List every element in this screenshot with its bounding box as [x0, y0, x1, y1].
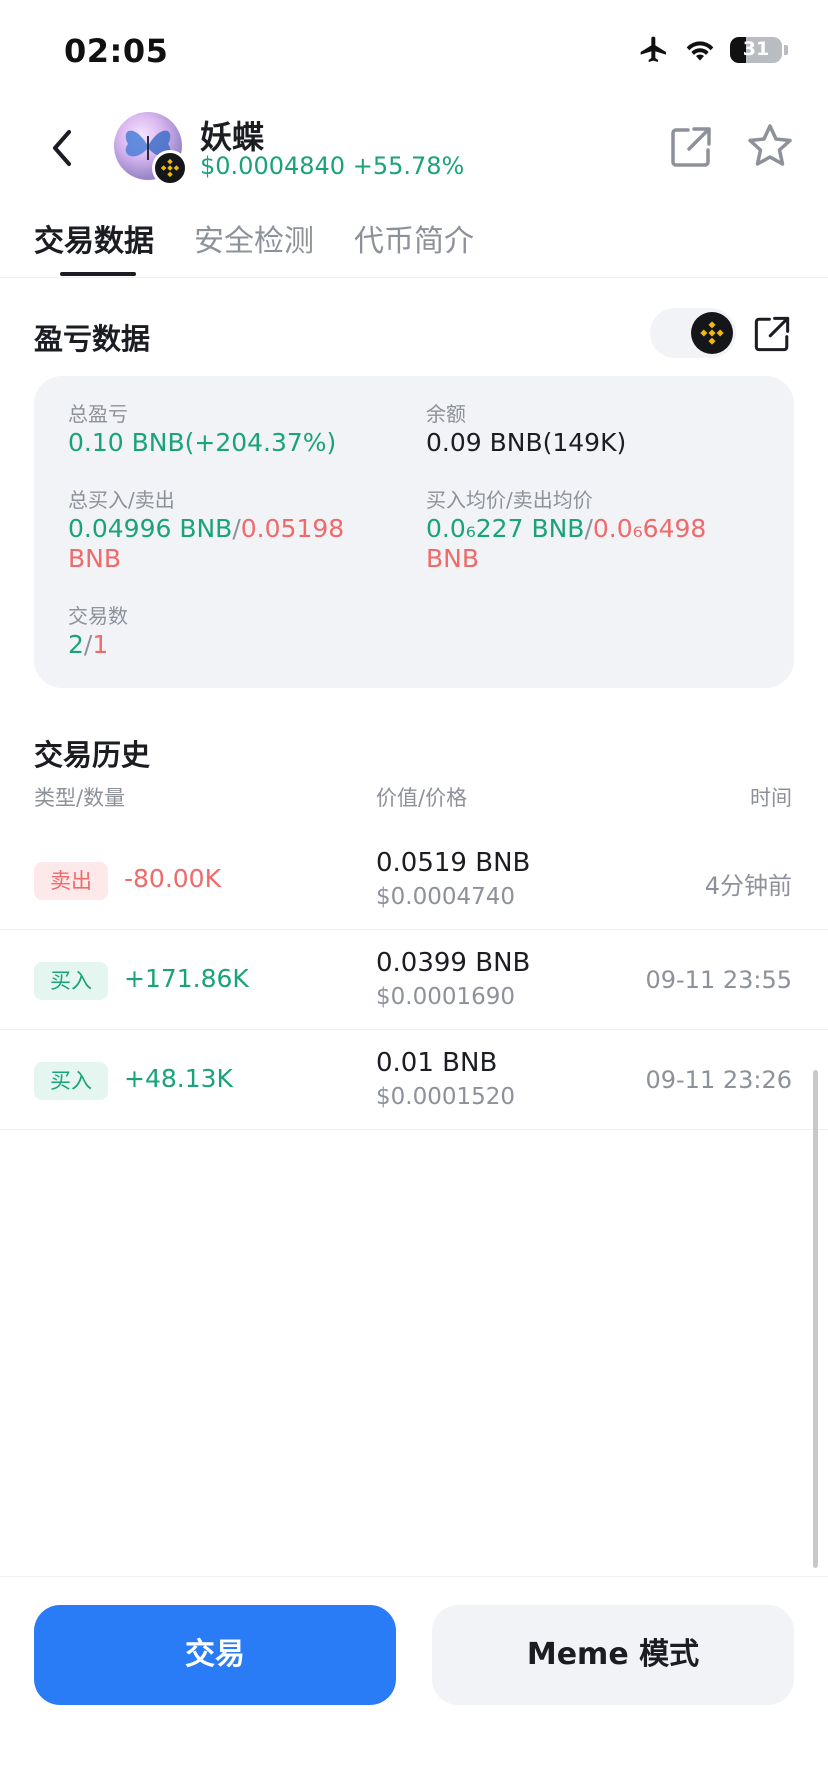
stat-total-buy-sell: 总买入/卖出 0.04996 BNB/0.05198 BNB	[68, 486, 398, 574]
sell-count: 1	[92, 630, 109, 659]
wifi-icon	[686, 41, 714, 61]
stat-total-pnl: 总盈亏 0.10 BNB(+204.37%)	[68, 400, 336, 458]
separator: /	[232, 514, 241, 543]
avg-sell-unit: BNB	[426, 544, 480, 573]
pnl-stats-card: 总盈亏 0.10 BNB(+204.37%) 余额 0.09 BNB(149K)…	[34, 376, 794, 688]
separator: /	[584, 514, 593, 543]
total-sell-value: 0.05198	[240, 514, 345, 543]
status-bar: 02:05 31	[0, 0, 828, 100]
price-value: $0.0004840	[200, 152, 346, 180]
type-badge: 买入	[34, 1062, 108, 1100]
tab-bar: 交易数据 安全检测 代币简介	[0, 210, 828, 278]
trade-count-label: 交易数	[68, 604, 128, 628]
balance-value: 0.09 BNB(149K)	[426, 428, 627, 457]
price-change: +55.78%	[352, 152, 465, 180]
row-amount: +48.13K	[124, 1064, 233, 1093]
star-icon	[748, 124, 792, 166]
row-value: 0.0519 BNB	[376, 848, 531, 878]
col-value-header: 价值/价格	[376, 786, 468, 810]
back-button[interactable]	[36, 122, 88, 174]
total-sell-unit: BNB	[68, 544, 122, 573]
row-value: 0.01 BNB	[376, 1048, 498, 1078]
battery-icon: 31	[730, 37, 782, 63]
trade-count-value: 2/1	[68, 630, 128, 660]
share-icon	[671, 127, 711, 167]
avg-price-label: 买入均价/卖出均价	[426, 488, 593, 512]
tab-token-intro[interactable]: 代币简介	[354, 216, 474, 260]
tab-trade-data[interactable]: 交易数据	[34, 216, 154, 260]
history-row[interactable]: 买入 +171.86K 0.0399 BNB $0.0001690 09-11 …	[0, 930, 828, 1030]
stat-trade-count: 交易数 2/1	[68, 602, 128, 660]
total-pnl-value: 0.10 BNB(+204.37%)	[68, 428, 337, 457]
battery-level: 31	[742, 38, 770, 60]
row-amount: +171.86K	[124, 964, 249, 993]
scrollbar[interactable]	[813, 1070, 818, 1568]
pnl-section-title: 盈亏数据	[34, 322, 151, 356]
avg-price-value: 0.0₆227 BNB/0.0₆6498 BNB	[426, 514, 766, 574]
share-button[interactable]	[668, 124, 714, 170]
history-row[interactable]: 卖出 -80.00K 0.0519 BNB $0.0004740 4分钟前	[0, 830, 828, 930]
status-icons: 31	[638, 34, 788, 66]
chain-toggle[interactable]	[650, 308, 736, 358]
trade-button[interactable]: 交易	[34, 1605, 396, 1705]
chevron-left-icon	[53, 130, 71, 166]
avg-sell-value: 0.0₆6498	[592, 514, 707, 543]
buy-sell-value: 0.04996 BNB/0.05198 BNB	[68, 514, 398, 574]
row-time: 4分钟前	[704, 872, 792, 900]
row-price: $0.0001690	[376, 984, 516, 1010]
bottom-action-bar: 交易 Meme 模式	[0, 1576, 828, 1792]
type-badge: 买入	[34, 962, 108, 1000]
row-time: 09-11 23:55	[645, 966, 792, 994]
col-type-header: 类型/数量	[34, 786, 126, 810]
total-pnl-label: 总盈亏	[68, 402, 128, 426]
meme-mode-button[interactable]: Meme 模式	[432, 1605, 794, 1705]
active-tab-indicator	[60, 272, 136, 276]
airplane-icon	[640, 36, 666, 62]
buy-sell-label: 总买入/卖出	[68, 488, 175, 512]
buy-count: 2	[68, 630, 84, 659]
favorite-button[interactable]	[746, 122, 794, 170]
bnb-toggle-knob	[691, 312, 733, 354]
bnb-icon	[700, 321, 724, 345]
col-time-header: 时间	[750, 786, 792, 810]
stat-avg-price: 买入均价/卖出均价 0.0₆227 BNB/0.0₆6498 BNB	[426, 486, 766, 574]
row-price: $0.0004740	[376, 884, 516, 910]
history-row[interactable]: 买入 +48.13K 0.01 BNB $0.0001520 09-11 23:…	[0, 1030, 828, 1130]
tab-security-check[interactable]: 安全检测	[194, 216, 314, 260]
token-price: $0.0004840 +55.78%	[200, 152, 464, 180]
history-section-title: 交易历史	[34, 738, 151, 772]
share-icon	[754, 316, 790, 352]
token-header: 妖蝶 $0.0004840 +55.78%	[0, 100, 828, 200]
row-price: $0.0001520	[376, 1084, 516, 1110]
row-value: 0.0399 BNB	[376, 948, 531, 978]
row-time: 09-11 23:26	[645, 1066, 792, 1094]
row-amount: -80.00K	[124, 864, 221, 893]
bnb-icon	[160, 158, 180, 178]
avg-buy-value: 0.0₆227 BNB	[426, 514, 585, 543]
status-time: 02:05	[64, 32, 169, 70]
pnl-share-button[interactable]	[752, 314, 792, 354]
total-buy-value: 0.04996 BNB	[68, 514, 233, 543]
type-badge: 卖出	[34, 862, 108, 900]
balance-label: 余额	[426, 402, 466, 426]
stat-balance: 余额 0.09 BNB(149K)	[426, 400, 626, 458]
bnb-chain-badge	[152, 150, 188, 186]
